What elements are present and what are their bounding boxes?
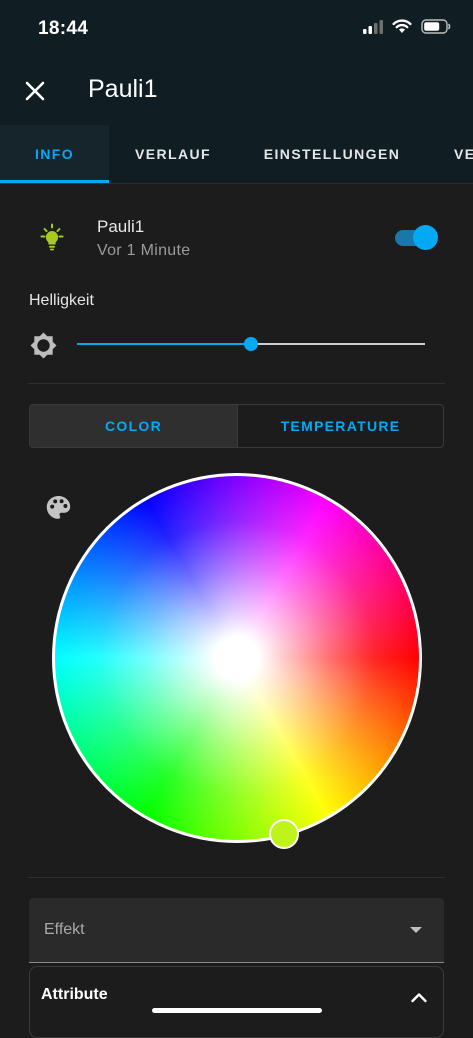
status-time: 18:44 [38,18,89,39]
power-toggle[interactable] [393,224,439,252]
status-icons [363,19,451,34]
chevron-up-icon [408,987,430,1009]
toggle-thumb [413,225,438,250]
temperature-mode-button[interactable]: TEMPERATURE [238,405,443,447]
effect-label: Effekt [44,921,85,938]
close-button[interactable] [20,76,50,106]
app-header: 18:44 Pauli1 [0,0,473,125]
brightness-slider[interactable] [77,333,425,357]
wifi-icon [392,19,412,33]
divider [28,877,445,878]
slider-fill [77,343,251,345]
effect-select[interactable]: Effekt [29,898,444,963]
dialog-title: Pauli1 [88,75,158,103]
tab-bar: INFO VERLAUF EINSTELLUNGEN VE [0,125,473,184]
color-wheel-marker[interactable] [269,818,300,849]
color-wheel[interactable] [52,473,422,843]
attributes-label: Attribute [41,986,108,1003]
battery-icon [421,19,451,34]
close-icon [25,81,45,101]
cellular-signal-icon [363,19,383,34]
tab-verlauf[interactable]: VERLAUF [119,125,227,183]
color-mode-button[interactable]: COLOR [30,405,237,447]
color-mode-toggle: COLOR TEMPERATURE [29,404,444,448]
lightbulb-icon [36,222,68,254]
slider-thumb[interactable] [244,337,258,351]
tab-info[interactable]: INFO [0,125,109,183]
active-tab-indicator [0,180,109,183]
brightness-label: Helligkeit [29,292,94,309]
home-indicator [152,1008,322,1013]
attributes-panel[interactable]: Attribute [29,966,444,1038]
palette-icon[interactable] [45,494,72,521]
entity-last-changed: Vor 1 Minute [97,242,191,259]
entity-name: Pauli1 [97,217,145,236]
brightness-icon [29,331,58,360]
arrow-dropdown-icon [410,927,422,933]
color-wheel-surface [55,476,419,840]
divider [28,383,445,384]
tab-einstellungen[interactable]: EINSTELLUNGEN [256,125,408,183]
tab-overflow[interactable]: VE [454,125,473,183]
